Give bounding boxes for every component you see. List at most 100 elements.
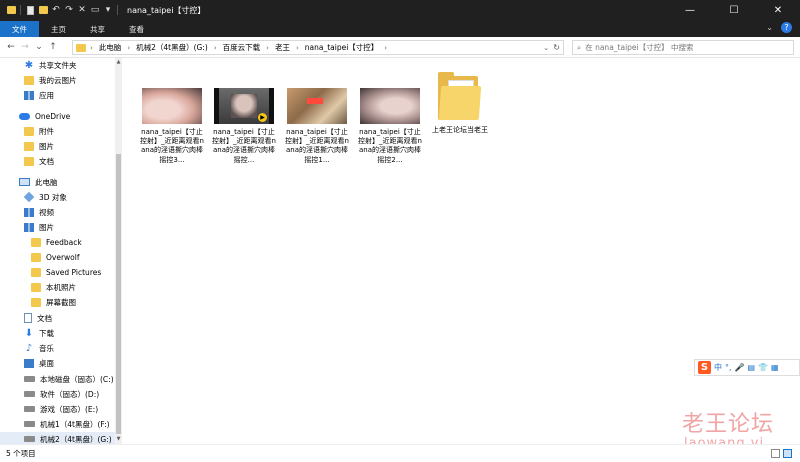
details-view-icon[interactable] [771, 449, 780, 458]
watermark-title: 老王论坛 [682, 412, 775, 437]
breadcrumb-separator[interactable]: › [127, 44, 130, 52]
nav-item-apps[interactable]: 应用 [0, 88, 54, 102]
pc-icon [19, 178, 30, 186]
expand-ribbon-icon[interactable]: ⌄ [766, 23, 773, 32]
address-bar[interactable]: › 此电脑 › 机械2（4t黑盘）(G:) › 百度云下载 › 老王 › nan… [72, 40, 564, 55]
nav-item-pictures[interactable]: 图片 [0, 220, 54, 234]
help-icon[interactable]: ? [781, 22, 792, 33]
breadcrumb-this-pc[interactable]: 此电脑 [99, 42, 122, 53]
recent-locations-button[interactable]: ⌄ [32, 42, 46, 52]
breadcrumb-baidu-download[interactable]: 百度云下载 [223, 42, 261, 53]
breadcrumb-separator[interactable]: › [296, 44, 299, 52]
nav-item-onedrive-documents[interactable]: 文档 [0, 154, 54, 168]
file-item[interactable]: nana_taipei【寸止控射】_近距离观看nana的淫语撕穴肉棒摇控3... [138, 68, 206, 165]
skin-icon[interactable]: 👕 [758, 363, 768, 372]
nav-item-this-pc[interactable]: 此电脑 [0, 175, 58, 189]
file-item[interactable]: ▶ nana_taipei【寸止控射】_近距离观看nana的淫语撕穴肉棒摇控..… [210, 68, 278, 165]
file-list-view: nana_taipei【寸止控射】_近距离观看nana的淫语撕穴肉棒摇控3...… [124, 58, 800, 444]
breadcrumb-drive-g[interactable]: 机械2（4t黑盘）(G:) [136, 42, 208, 53]
breadcrumb-separator[interactable]: › [266, 44, 269, 52]
media-player-badge-icon: ▶ [258, 113, 267, 122]
nav-item-attachments[interactable]: 附件 [0, 124, 54, 138]
tab-home[interactable]: 主页 [39, 21, 78, 37]
tab-share[interactable]: 共享 [78, 21, 117, 37]
maximize-button[interactable]: ☐ [712, 0, 756, 20]
rename-icon[interactable]: ▭ [90, 5, 100, 15]
ime-toolbar[interactable]: S 中 °, 🎤 ▤ 👕 ▦ [694, 359, 800, 376]
video-thumbnail: ▶ [214, 88, 274, 124]
title-bar: ↶ ↷ ✕ ▭ ▾ nana_taipei【寸控】 — ☐ ✕ [0, 0, 800, 20]
search-input[interactable]: 在 nana_taipei【寸控】 中搜索 [585, 42, 693, 53]
delete-icon[interactable]: ✕ [77, 5, 87, 15]
video-icon [24, 207, 34, 217]
nav-item-overwolf[interactable]: Overwolf [0, 250, 80, 264]
nav-item-screenshots[interactable]: 屏幕截图 [0, 295, 76, 309]
nav-item-music[interactable]: ♪ 音乐 [0, 341, 54, 355]
folder-item[interactable]: 上老王论坛当老王 [426, 68, 494, 135]
nav-item-3d-objects[interactable]: 3D 对象 [0, 190, 67, 204]
back-button[interactable]: ← [4, 42, 18, 52]
nav-item-drive-d[interactable]: 软件（固态）(D:) [0, 387, 99, 401]
scroll-down-icon[interactable]: ▼ [115, 436, 122, 442]
divider [117, 5, 118, 15]
address-dropdown-icon[interactable]: ⌄ [543, 44, 549, 52]
view-toggle [771, 449, 792, 458]
toolbox-icon[interactable]: ▦ [771, 363, 779, 372]
tab-view[interactable]: 查看 [117, 21, 156, 37]
download-icon: ⬇ [24, 327, 34, 339]
scrollbar-thumb[interactable] [116, 154, 121, 434]
nav-item-saved-pictures[interactable]: Saved Pictures [0, 265, 101, 279]
file-name: nana_taipei【寸止控射】_近距离观看nana的淫语撕穴肉棒摇控3... [140, 128, 204, 164]
nav-item-drive-c[interactable]: 本地磁盘（固态）(C:) [0, 372, 114, 386]
up-button[interactable]: ↑ [46, 42, 60, 52]
nav-item-onedrive-pictures[interactable]: 图片 [0, 139, 54, 153]
file-item[interactable]: nana_taipei【寸止控射】_近距离观看nana的淫语撕穴肉棒摇控1... [283, 68, 351, 165]
minimize-button[interactable]: — [668, 0, 712, 20]
keyboard-icon[interactable]: ▤ [748, 363, 756, 372]
folder-icon [24, 75, 34, 85]
ime-mode-toggle[interactable]: 中 [714, 362, 722, 373]
breadcrumb-separator[interactable]: › [90, 44, 93, 52]
folder-icon [24, 156, 34, 166]
new-folder-icon[interactable] [38, 5, 48, 15]
quick-access-toolbar: ↶ ↷ ✕ ▭ ▾ [0, 5, 119, 15]
undo-icon[interactable]: ↶ [51, 5, 61, 15]
nav-item-camera-roll[interactable]: 本机照片 [0, 280, 76, 294]
punctuation-icon[interactable]: °, [725, 363, 732, 372]
customize-toolbar-icon[interactable]: ▾ [103, 5, 113, 15]
breadcrumb-laowang[interactable]: 老王 [275, 42, 290, 53]
breadcrumb-separator[interactable]: › [214, 44, 217, 52]
tab-file[interactable]: 文件 [0, 21, 39, 37]
redo-icon[interactable]: ↷ [64, 5, 74, 15]
nav-item-drive-f[interactable]: 机械1（4t黑盘）(F:) [0, 417, 110, 431]
nav-item-onedrive[interactable]: OneDrive [0, 109, 70, 123]
forward-button[interactable]: → [18, 42, 32, 52]
nav-item-drive-g[interactable]: 机械2（4t黑盘）(G:) [0, 432, 115, 444]
scroll-up-icon[interactable]: ▲ [115, 59, 122, 65]
folder-icon [31, 237, 41, 247]
search-box[interactable]: ⌕ 在 nana_taipei【寸控】 中搜索 [572, 40, 794, 55]
nav-item-feedback[interactable]: Feedback [0, 235, 82, 249]
nav-item-desktop[interactable]: 桌面 [0, 356, 54, 370]
navigation-pane: ✱ 共享文件夹 我的云图片 应用 OneDrive 附件 图片 文档 此电脑 3D… [0, 58, 122, 444]
refresh-icon[interactable]: ↻ [553, 43, 560, 52]
properties-icon[interactable] [25, 5, 35, 15]
nav-pane-scrollbar[interactable]: ▲ ▼ [115, 58, 122, 444]
breadcrumb-separator[interactable]: › [384, 44, 387, 52]
divider [20, 5, 21, 15]
nav-item-downloads[interactable]: ⬇ 下载 [0, 326, 54, 340]
sogou-logo-icon[interactable]: S [698, 361, 711, 374]
drive-icon [24, 421, 35, 427]
nav-item-drive-e[interactable]: 游戏（固态）(E:) [0, 402, 98, 416]
ribbon-right-controls: ⌄ ? [766, 22, 792, 33]
file-item[interactable]: nana_taipei【寸止控射】_近距离观看nana的淫语撕穴肉棒摇控2... [356, 68, 424, 165]
nav-item-videos[interactable]: 视频 [0, 205, 54, 219]
breadcrumb-current-folder[interactable]: nana_taipei【寸控】 [305, 42, 379, 53]
nav-item-cloud-pictures[interactable]: 我的云图片 [0, 73, 77, 87]
window-controls: — ☐ ✕ [668, 0, 800, 20]
nav-item-shared-folder[interactable]: ✱ 共享文件夹 [0, 58, 77, 72]
microphone-icon[interactable]: 🎤 [735, 363, 745, 372]
nav-item-documents[interactable]: 文档 [0, 311, 52, 325]
close-button[interactable]: ✕ [756, 0, 800, 20]
large-icons-view-icon[interactable] [783, 449, 792, 458]
